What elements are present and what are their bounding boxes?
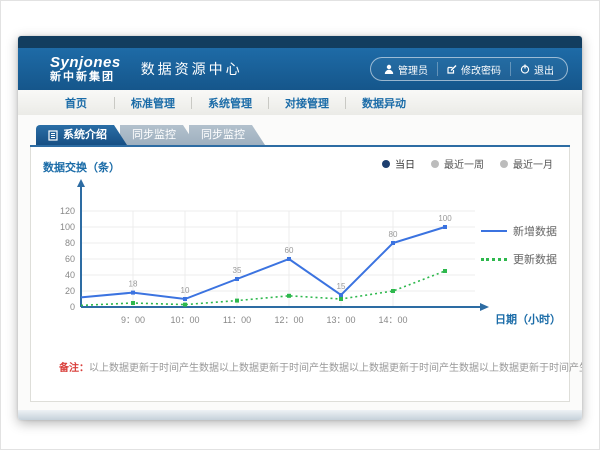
footnote: 备注：以上数据更新于时间产生数据以上数据更新于时间产生数据以上数据更新于时间产生… (59, 359, 582, 374)
nav-divider (191, 97, 192, 109)
change-password-button[interactable]: 修改密码 (437, 62, 510, 76)
svg-text:40: 40 (65, 270, 75, 280)
svg-text:11：00: 11：00 (223, 315, 251, 325)
tab-bar: 系统介绍 同步监控 同步监控 (36, 125, 570, 145)
svg-text:18: 18 (129, 280, 138, 289)
user-icon (384, 64, 394, 74)
footnote-text: 以上数据更新于时间产生数据以上数据更新于时间产生数据以上数据更新于时间产生数据以… (89, 363, 582, 374)
nav-divider (268, 97, 269, 109)
solid-line-swatch-icon (481, 230, 507, 232)
nav-item-system-mgmt[interactable]: 系统管理 (198, 95, 262, 111)
svg-text:10：00: 10：00 (170, 315, 199, 325)
change-password-label: 修改密码 (461, 62, 501, 77)
svg-text:14：00: 14：00 (378, 315, 407, 325)
nav-item-interface-mgmt[interactable]: 对接管理 (275, 95, 339, 111)
user-toolbar: 管理员 修改密码 退出 (370, 57, 568, 81)
svg-text:120: 120 (60, 206, 75, 216)
x-axis-title: 日期（小时） (495, 311, 561, 327)
user-label: 管理员 (398, 62, 428, 77)
legend-item-updated-data[interactable]: 更新数据 (481, 251, 557, 267)
app-header: Synjones 新中新集团 数据资源中心 管理员 修改密码 (18, 48, 582, 90)
logout-label: 退出 (534, 62, 554, 77)
svg-text:9：00: 9：00 (121, 315, 145, 325)
edit-icon (447, 64, 457, 74)
logo-text-cn: 新中新集团 (50, 72, 121, 83)
tab-underline (30, 145, 570, 147)
radio-dot-icon (500, 160, 508, 168)
footnote-prefix: 备注： (59, 363, 89, 374)
chart-legend: 新增数据 更新数据 (481, 223, 557, 267)
legend-label: 更新数据 (513, 251, 557, 267)
svg-text:80: 80 (65, 238, 75, 248)
dotted-line-swatch-icon (481, 258, 507, 261)
user-menu[interactable]: 管理员 (375, 62, 437, 76)
radio-dot-icon (382, 160, 390, 168)
tab-label: 同步监控 (132, 125, 176, 145)
nav-item-data-change[interactable]: 数据异动 (352, 95, 416, 111)
company-logo: Synjones 新中新集团 (50, 55, 121, 83)
nav-divider (114, 97, 115, 109)
radio-today[interactable]: 当日 (382, 156, 415, 171)
radio-label: 当日 (395, 156, 415, 171)
time-range-filter: 当日 最近一周 最近一月 (382, 156, 553, 171)
svg-text:10: 10 (181, 286, 190, 295)
radio-last-week[interactable]: 最近一周 (431, 156, 484, 171)
tab-sync-monitor-2[interactable]: 同步监控 (189, 125, 265, 145)
tab-sync-monitor-1[interactable]: 同步监控 (120, 125, 196, 145)
nav-item-standard-mgmt[interactable]: 标准管理 (121, 95, 185, 111)
line-chart-svg: 0 20 40 60 80 100 120 9：00 10：00 11：00 12：00 13：00 1… (41, 177, 511, 337)
page-title: 数据资源中心 (141, 59, 243, 79)
svg-text:100: 100 (438, 214, 452, 223)
svg-text:100: 100 (60, 222, 75, 232)
legend-label: 新增数据 (513, 223, 557, 239)
radio-label: 最近一周 (444, 156, 484, 171)
document-icon (48, 130, 58, 141)
window-top-strip (18, 36, 582, 48)
svg-text:13：00: 13：00 (326, 315, 355, 325)
logout-button[interactable]: 退出 (510, 62, 563, 76)
radio-dot-icon (431, 160, 439, 168)
legend-item-new-data[interactable]: 新增数据 (481, 223, 557, 239)
tab-label: 同步监控 (201, 125, 245, 145)
svg-text:60: 60 (65, 254, 75, 264)
radio-label: 最近一月 (513, 156, 553, 171)
power-icon (520, 64, 530, 74)
svg-text:80: 80 (389, 230, 398, 239)
tab-label: 系统介绍 (63, 125, 107, 145)
svg-text:0: 0 (70, 302, 75, 312)
nav-item-home[interactable]: 首页 (44, 95, 108, 111)
svg-text:60: 60 (285, 246, 294, 255)
svg-text:35: 35 (233, 266, 242, 275)
content-area: 系统介绍 同步监控 同步监控 当日 最近一周 (18, 115, 582, 420)
logo-text-en: Synjones (50, 55, 121, 70)
radio-last-month[interactable]: 最近一月 (500, 156, 553, 171)
main-nav: 首页 标准管理 系统管理 对接管理 数据异动 (18, 90, 582, 116)
svg-text:15: 15 (337, 282, 346, 291)
nav-divider (345, 97, 346, 109)
app-window: Synjones 新中新集团 数据资源中心 管理员 修改密码 (18, 36, 582, 420)
chart-panel: 当日 最近一周 最近一月 数据交换（条） 0 20 40 60 80 100 120 9：00… (30, 147, 570, 402)
tab-system-intro[interactable]: 系统介绍 (36, 125, 127, 145)
svg-text:20: 20 (65, 286, 75, 296)
y-axis-title: 数据交换（条） (43, 159, 120, 175)
window-footer-strip (18, 410, 582, 420)
svg-text:12：00: 12：00 (274, 315, 303, 325)
